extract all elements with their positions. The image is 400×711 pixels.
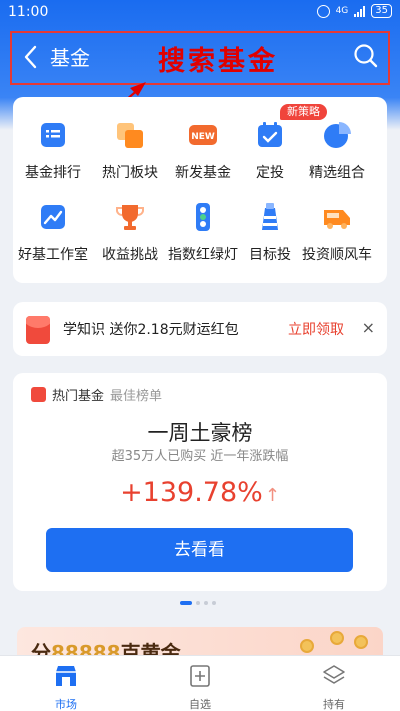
- tab-label: 持有: [323, 698, 345, 711]
- fund-category: 热门基金: [52, 389, 105, 404]
- gold-promo-banner[interactable]: 分88888克黄金: [17, 627, 383, 657]
- search-button[interactable]: [352, 42, 380, 70]
- trend-chart-icon: [41, 205, 65, 229]
- holdings-icon: [323, 665, 345, 684]
- page-title: 基金: [50, 46, 90, 70]
- promo-text: 学知识 送你2.18元财运红包: [63, 322, 239, 338]
- market-icon: [56, 666, 76, 686]
- calendar-icon: [258, 122, 282, 147]
- hot-fund-card[interactable]: 热门基金 最佳榜单 一周土豪榜 超35万人已购买 近一年涨跌幅 +139.78%…: [13, 373, 387, 591]
- red-packet-icon: [26, 316, 50, 344]
- shortcut-label: 投资顺风车: [302, 247, 372, 263]
- search-icon: [354, 44, 378, 68]
- traffic-light-icon: [196, 203, 210, 231]
- fund-ranking-icon: [41, 123, 65, 147]
- shortcut-label: 热门板块: [102, 165, 158, 181]
- coin-icon: [300, 639, 314, 653]
- fund-tag: 最佳榜单: [110, 389, 163, 404]
- shortcut-label: 收益挑战: [102, 247, 158, 263]
- status-time: 11:00: [8, 4, 49, 20]
- battery-icon: 35: [371, 4, 392, 18]
- shortcut-pie-chart[interactable]: 精选组合: [297, 119, 377, 182]
- hot-sector-icon: [117, 123, 143, 148]
- tab-label: 自选: [189, 698, 211, 711]
- tab-market[interactable]: 市场: [26, 663, 106, 711]
- shortcut-label: 精选组合: [309, 165, 365, 181]
- carousel-indicator: [180, 601, 216, 605]
- coin-icon: [330, 631, 344, 645]
- lighthouse-icon: [262, 203, 278, 230]
- tab-holdings[interactable]: 持有: [294, 663, 374, 711]
- back-button[interactable]: [20, 44, 44, 70]
- signal-icon: [354, 5, 366, 17]
- up-arrow-icon: ↑: [264, 485, 280, 506]
- view-button[interactable]: 去看看: [46, 528, 353, 572]
- annotation-text: 搜索基金: [158, 46, 278, 77]
- claim-now-link[interactable]: 立即领取: [288, 319, 344, 339]
- fund-return-value: +139.78% ↑: [13, 477, 387, 508]
- alarm-icon: [316, 4, 330, 18]
- bottom-tab-bar: 市场 自选 持有: [0, 655, 400, 711]
- carousel-dot: [180, 601, 192, 605]
- status-bar: 11:00 4G 35: [0, 0, 400, 26]
- pie-chart-icon: [324, 122, 351, 148]
- promo-banner[interactable]: 学知识 送你2.18元财运红包 立即领取 ×: [13, 302, 387, 356]
- carousel-dot: [204, 601, 208, 605]
- shortcut-hot-sector[interactable]: 热门板块: [90, 119, 170, 182]
- shortcut-trophy[interactable]: 收益挑战: [90, 201, 170, 264]
- battery-level: 35: [375, 5, 388, 16]
- network-type: 4G: [335, 5, 349, 16]
- fund-list-subtitle: 超35万人已购买 近一年涨跌幅: [111, 449, 289, 464]
- back-arrow-icon: [24, 45, 37, 69]
- hot-fund-icon: [31, 387, 46, 402]
- shortcut-bus[interactable]: 投资顺风车: [297, 201, 377, 264]
- coin-icon: [354, 635, 368, 649]
- carousel-dot: [196, 601, 200, 605]
- header-bar: 基金 搜索基金: [10, 31, 390, 85]
- watchlist-icon: [190, 665, 210, 687]
- carousel-dot: [212, 601, 216, 605]
- return-percent: +139.78%: [120, 477, 263, 508]
- shortcut-label: 基金排行: [25, 165, 81, 181]
- close-icon[interactable]: ×: [362, 318, 375, 337]
- trophy-icon: [116, 205, 144, 230]
- new-strategy-badge: 新策略: [280, 104, 327, 120]
- shortcut-fund-ranking[interactable]: 基金排行: [13, 119, 93, 182]
- bus-icon: [324, 210, 350, 229]
- tab-label: 市场: [55, 698, 77, 711]
- shortcut-label: 好基工作室: [18, 247, 88, 263]
- fund-list-title: 一周土豪榜: [147, 421, 253, 445]
- new-fund-icon: NEW: [189, 125, 217, 145]
- shortcut-trend-chart[interactable]: 好基工作室: [13, 201, 93, 264]
- tab-watchlist[interactable]: 自选: [160, 663, 240, 711]
- svg-text:NEW: NEW: [191, 132, 215, 142]
